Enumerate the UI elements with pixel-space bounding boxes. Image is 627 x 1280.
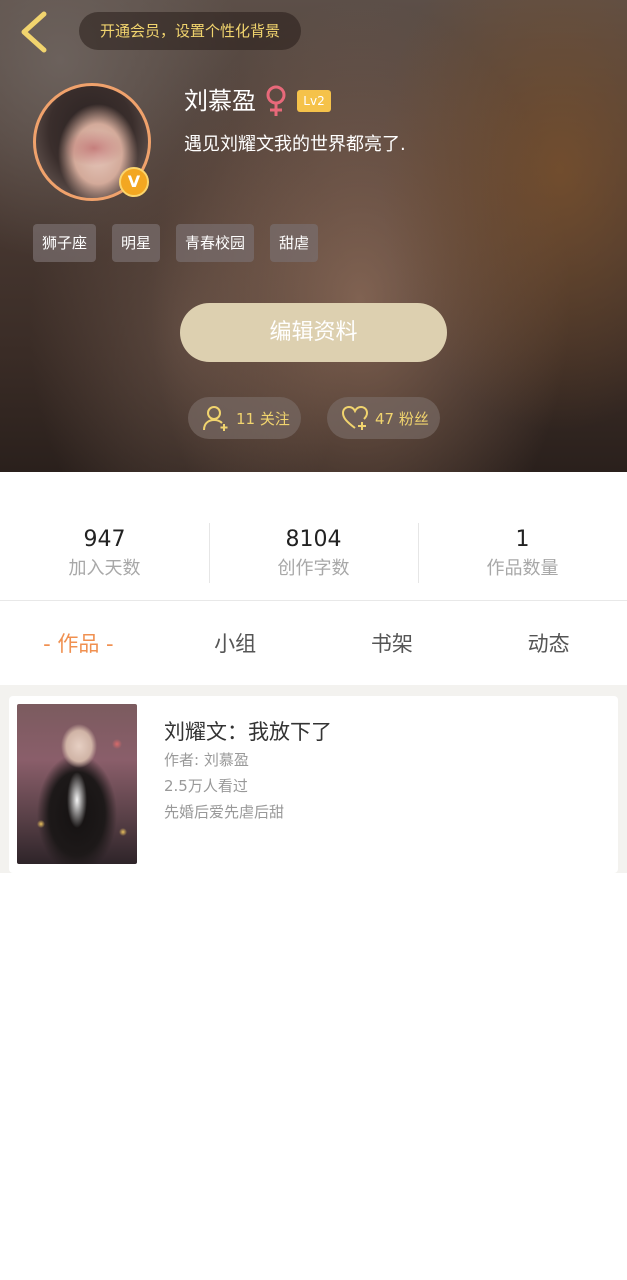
tag-item[interactable]: 明星 <box>112 224 161 262</box>
stats-row: 947 加入天数 8104 创作字数 1 作品数量 <box>0 508 627 600</box>
tag-item[interactable]: 甜虐 <box>270 224 319 262</box>
fans-count: 47 粉丝 <box>375 409 429 428</box>
level-badge: Lv2 <box>297 90 331 112</box>
stat-word-count: 8104 创作字数 <box>209 508 418 600</box>
following-button[interactable]: 11 关注 <box>188 397 301 439</box>
tab-bookshelf[interactable]: 书架 <box>314 620 471 668</box>
work-cover-image[interactable] <box>17 704 137 864</box>
vip-background-banner[interactable]: 开通会员，设置个性化背景 <box>79 12 301 50</box>
tab-works[interactable]: - 作品 - <box>0 620 157 668</box>
following-count: 11 关注 <box>236 409 290 428</box>
chevron-left-icon <box>14 8 54 56</box>
tag-item[interactable]: 青春校园 <box>176 224 255 262</box>
female-icon <box>263 84 289 118</box>
username: 刘慕盈 <box>184 87 256 115</box>
stat-value: 8104 <box>285 527 342 552</box>
stat-works-count: 1 作品数量 <box>418 508 627 600</box>
add-user-icon <box>202 404 230 432</box>
work-author: 作者: 刘慕盈 <box>164 751 249 769</box>
stat-value: 947 <box>83 527 126 552</box>
work-description: 先婚后爱先虐后甜 <box>164 803 285 821</box>
tag-item[interactable]: 狮子座 <box>33 224 97 262</box>
verified-badge: V <box>119 167 149 197</box>
stat-join-days: 947 加入天数 <box>0 508 209 600</box>
tag-list: 狮子座 明星 青春校园 甜虐 <box>33 224 319 262</box>
profile-header: 开通会员，设置个性化背景 V 刘慕盈 Lv2 遇见刘耀文我的世界都亮了. 狮子座… <box>0 0 627 472</box>
user-signature: 遇见刘耀文我的世界都亮了. <box>184 134 406 155</box>
fans-button[interactable]: 47 粉丝 <box>327 397 440 439</box>
back-button[interactable] <box>14 8 54 56</box>
tab-activity[interactable]: 动态 <box>470 620 627 668</box>
heart-plus-icon <box>341 404 369 432</box>
divider <box>0 600 627 601</box>
stat-label: 创作字数 <box>277 558 350 579</box>
edit-profile-button[interactable]: 编辑资料 <box>180 303 447 362</box>
tab-groups[interactable]: 小组 <box>157 620 314 668</box>
tab-bar: - 作品 - 小组 书架 动态 <box>0 620 627 668</box>
avatar[interactable]: V <box>33 83 151 201</box>
stat-value: 1 <box>515 527 530 552</box>
stat-label: 作品数量 <box>486 558 559 579</box>
work-views: 2.5万人看过 <box>164 777 248 795</box>
work-title[interactable]: 刘耀文：我放下了 <box>164 716 332 748</box>
stat-label: 加入天数 <box>68 558 141 579</box>
